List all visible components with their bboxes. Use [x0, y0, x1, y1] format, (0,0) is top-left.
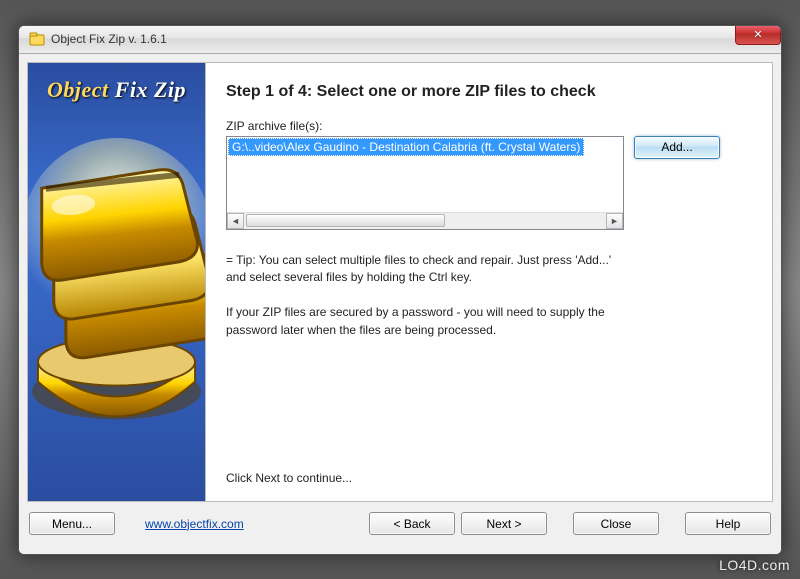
next-button[interactable]: Next >	[461, 512, 547, 535]
list-item[interactable]: G:\..video\Alex Gaudino - Destination Ca…	[228, 138, 584, 156]
website-link[interactable]: www.objectfix.com	[145, 517, 244, 531]
scroll-thumb[interactable]	[246, 214, 445, 227]
footer-bar: Menu... www.objectfix.com < Back Next > …	[27, 502, 773, 546]
password-note: If your ZIP files are secured by a passw…	[226, 304, 626, 339]
brand-word2: Fix Zip	[115, 77, 186, 102]
scroll-right-arrow-icon[interactable]: ►	[606, 213, 623, 229]
file-list[interactable]: G:\..video\Alex Gaudino - Destination Ca…	[227, 137, 623, 212]
close-icon: ✕	[753, 28, 762, 41]
titlebar[interactable]: Object Fix Zip v. 1.6.1 ✕	[19, 26, 781, 54]
brand-logo: Object Fix Zip	[28, 77, 205, 103]
scroll-left-arrow-icon[interactable]: ◄	[227, 213, 244, 229]
horizontal-scrollbar[interactable]: ◄ ►	[227, 212, 623, 229]
back-button[interactable]: < Back	[369, 512, 455, 535]
brand-word1: Object	[47, 77, 109, 102]
add-button[interactable]: Add...	[634, 136, 720, 159]
close-button[interactable]: ✕	[735, 25, 781, 45]
scroll-track[interactable]	[244, 213, 606, 229]
archive-label: ZIP archive file(s):	[226, 119, 752, 133]
continue-hint: Click Next to continue...	[226, 471, 752, 485]
wizard-content: Step 1 of 4: Select one or more ZIP file…	[206, 63, 772, 501]
app-window: Object Fix Zip v. 1.6.1 ✕ Object Fix Zip	[18, 25, 782, 555]
file-listbox[interactable]: G:\..video\Alex Gaudino - Destination Ca…	[226, 136, 624, 230]
wizard-sidebar: Object Fix Zip	[28, 63, 206, 501]
window-title: Object Fix Zip v. 1.6.1	[51, 32, 167, 46]
tip-text: = Tip: You can select multiple files to …	[226, 252, 626, 287]
client-area: Object Fix Zip	[19, 54, 781, 554]
app-icon	[29, 31, 45, 47]
step-heading: Step 1 of 4: Select one or more ZIP file…	[226, 83, 752, 101]
help-button[interactable]: Help	[685, 512, 771, 535]
close-wizard-button[interactable]: Close	[573, 512, 659, 535]
menu-button[interactable]: Menu...	[29, 512, 115, 535]
watermark: LO4D.com	[719, 557, 790, 573]
wizard-panel: Object Fix Zip	[27, 62, 773, 502]
sidebar-illustration	[28, 133, 205, 491]
